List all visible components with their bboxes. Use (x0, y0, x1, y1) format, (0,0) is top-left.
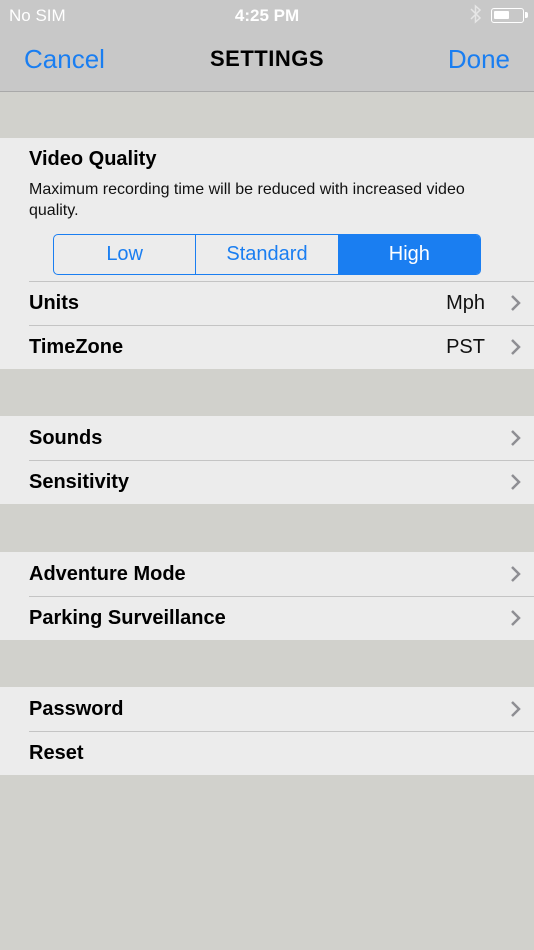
sounds-row[interactable]: Sounds (0, 416, 534, 460)
reset-row[interactable]: Reset (0, 731, 534, 775)
chevron-right-icon (511, 701, 521, 717)
chevron-right-icon (511, 474, 521, 490)
sensitivity-row[interactable]: Sensitivity (0, 460, 534, 504)
sound-group: Sounds Sensitivity (0, 416, 534, 504)
segment-standard[interactable]: Standard (196, 235, 339, 274)
segment-low[interactable]: Low (54, 235, 197, 274)
password-label: Password (29, 698, 124, 720)
units-row[interactable]: Units Mph (0, 281, 534, 325)
chevron-right-icon (511, 566, 521, 582)
chevron-right-icon (511, 610, 521, 626)
units-value: Mph (446, 292, 485, 314)
navigation-bar: No SIM 4:25 PM Cancel SETTINGS Done (0, 0, 534, 92)
parking-surveillance-label: Parking Surveillance (29, 607, 226, 629)
segment-high[interactable]: High (338, 235, 480, 274)
video-quality-description: Maximum recording time will be reduced w… (29, 181, 465, 219)
timezone-row[interactable]: TimeZone PST (0, 325, 534, 369)
sounds-label: Sounds (29, 427, 103, 449)
units-label: Units (29, 292, 79, 314)
video-units-group: Video Quality Maximum recording time wil… (0, 138, 534, 369)
security-group: Password Reset (0, 687, 534, 775)
bluetooth-icon (470, 4, 482, 24)
chevron-right-icon (511, 430, 521, 446)
parking-surveillance-row[interactable]: Parking Surveillance (0, 596, 534, 640)
timezone-label: TimeZone (29, 336, 124, 358)
battery-icon (491, 8, 528, 23)
video-quality-title: Video Quality (29, 148, 157, 170)
video-quality-segmented-control: Low Standard High (53, 234, 481, 275)
status-time: 4:25 PM (234, 6, 300, 25)
password-row[interactable]: Password (0, 687, 534, 731)
done-button[interactable]: Done (448, 44, 510, 75)
chevron-right-icon (511, 295, 521, 311)
chevron-right-icon (511, 339, 521, 355)
timezone-value: PST (446, 336, 485, 358)
reset-label: Reset (29, 742, 84, 764)
sensitivity-label: Sensitivity (29, 471, 130, 493)
adventure-mode-row[interactable]: Adventure Mode (0, 552, 534, 596)
adventure-mode-label: Adventure Mode (29, 563, 186, 585)
mode-group: Adventure Mode Parking Surveillance (0, 552, 534, 640)
settings-screen: No SIM 4:25 PM Cancel SETTINGS Done Vide… (0, 0, 534, 950)
